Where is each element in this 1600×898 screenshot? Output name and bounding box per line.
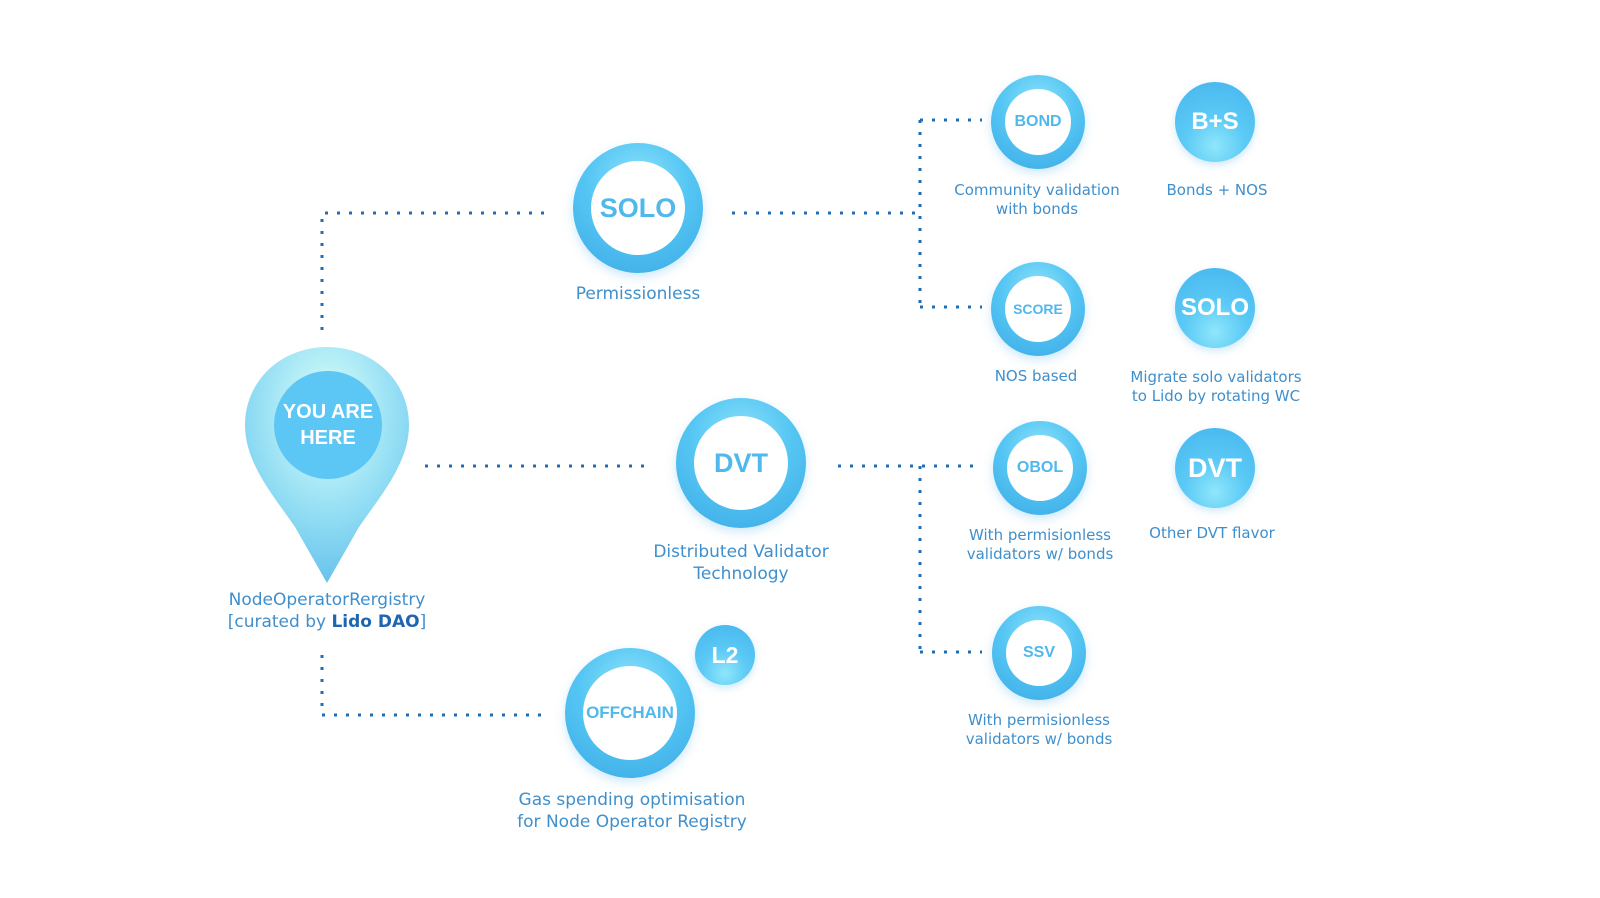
bond-label-line1: Community validation (954, 181, 1120, 199)
score-node-label: NOS based (994, 367, 1078, 385)
curated-suffix: ] (419, 611, 427, 632)
obol-label-line2: validators w/ bonds (966, 545, 1114, 564)
pin-text-line1: YOU ARE (282, 400, 374, 423)
l2-badge-text: L2 (711, 641, 739, 668)
registry-name: NodeOperatorRergistry (228, 590, 426, 610)
lido-dao-link[interactable]: Lido DAO (331, 612, 419, 632)
solo-migrate-label-line1: Migrate solo validators (1130, 368, 1302, 386)
bonds-nos-title: B+S (1191, 108, 1239, 135)
score-node-title: SCORE (1005, 276, 1071, 342)
ssv-label-line2: validators w/ bonds (965, 730, 1113, 749)
you-are-here-marker[interactable]: YOU ARE HERE (274, 371, 382, 479)
other-dvt-label: Other DVT flavor (1149, 524, 1275, 542)
bond-node-title: BOND (1005, 89, 1071, 155)
score-node[interactable]: SCORE (991, 262, 1085, 356)
bonds-nos-label: Bonds + NOS (1166, 181, 1268, 199)
bonds-nos-node[interactable]: B+S (1175, 82, 1255, 162)
solo-branch-node[interactable]: SOLO (573, 143, 703, 273)
offchain-label-line2: for Node Operator Registry (517, 811, 747, 832)
offchain-label-line1: Gas spending optimisation (518, 790, 746, 810)
dvt-branch-node[interactable]: DVT (676, 398, 806, 528)
ssv-node-title: SSV (1006, 620, 1072, 686)
ssv-node-label: With permisionless validators w/ bonds (966, 711, 1113, 749)
dvt-branch-title: DVT (694, 416, 788, 510)
curated-by-line: [curated by Lido DAO] (228, 612, 427, 634)
start-node-label: NodeOperatorRergistry [curated by Lido D… (228, 590, 427, 634)
l2-badge: L2 (695, 625, 755, 685)
obol-node-label: With permisionless validators w/ bonds (967, 526, 1114, 564)
solo-migrate-title: SOLO (1180, 294, 1249, 321)
offchain-branch-title: OFFCHAIN (583, 666, 677, 760)
dvt-branch-label: Distributed Validator Technology (653, 542, 828, 586)
pin-text-line2: HERE (300, 427, 356, 449)
bond-node[interactable]: BOND (991, 75, 1085, 169)
ssv-label-line1: With permisionless (968, 711, 1110, 729)
other-dvt-title: DVT (1188, 452, 1242, 483)
curated-prefix: [curated by (227, 611, 332, 632)
dvt-label-line2: Technology (693, 563, 789, 584)
offchain-branch-label: Gas spending optimisation for Node Opera… (517, 790, 747, 834)
solo-branch-title: SOLO (591, 161, 685, 255)
solo-migrate-node[interactable]: SOLO (1175, 268, 1255, 348)
connector-start-to-solo (320, 211, 545, 330)
dvt-label-line1: Distributed Validator (653, 542, 829, 562)
ssv-node[interactable]: SSV (992, 606, 1086, 700)
obol-label-line1: With permisionless (969, 526, 1111, 544)
solo-branch-label: Permissionless (575, 284, 701, 304)
obol-node[interactable]: OBOL (993, 421, 1087, 515)
solo-migrate-label: Migrate solo validators to Lido by rotat… (1130, 368, 1301, 406)
solo-migrate-label-line2: to Lido by rotating WC (1131, 387, 1301, 406)
connector-start-to-offchain (320, 655, 545, 717)
bond-label-line2: with bonds (995, 200, 1079, 219)
offchain-branch-node[interactable]: OFFCHAIN (565, 648, 695, 778)
other-dvt-node[interactable]: DVT (1175, 428, 1255, 508)
bond-node-label: Community validation with bonds (954, 181, 1119, 219)
obol-node-title: OBOL (1007, 435, 1073, 501)
